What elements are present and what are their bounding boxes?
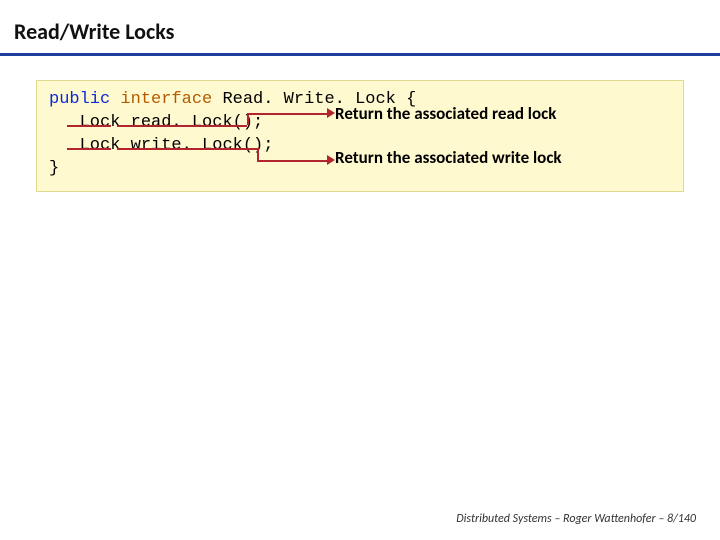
keyword-interface: interface [120,90,212,109]
code-block: public interface Read. Write. Lock { Loc… [36,80,684,192]
annotation-write-lock: Return the associated write lock [335,147,562,168]
arrow-head-icon [327,155,335,165]
code-text: read. Lock(); [120,113,263,132]
code-text: } [49,159,59,178]
page-title: Read/Write Locks [0,0,720,53]
arrow-connector [247,113,329,115]
code-text: write. Lock(); [120,136,273,155]
slide-footer: Distributed Systems – Roger Wattenhofer … [456,512,696,526]
slide: Read/Write Locks public interface Read. … [0,0,720,540]
footer-course: Distributed Systems [456,512,551,526]
footer-author: Roger Wattenhofer [563,512,656,526]
footer-sep: – [552,512,563,526]
title-rule [0,53,720,56]
arrow-connector [257,160,329,162]
type-lock: Lock [80,113,121,132]
arrow-connector [247,113,249,125]
indent [49,113,80,132]
keyword-public: public [49,90,110,109]
footer-page: – 8/140 [656,512,696,526]
underline-decoration [67,125,111,127]
indent [49,136,80,155]
underline-decoration [67,148,111,150]
underline-decoration [117,125,247,127]
arrow-head-icon [327,108,335,118]
underline-decoration [117,148,257,150]
annotation-read-lock: Return the associated read lock [335,103,556,124]
type-lock: Lock [80,136,121,155]
